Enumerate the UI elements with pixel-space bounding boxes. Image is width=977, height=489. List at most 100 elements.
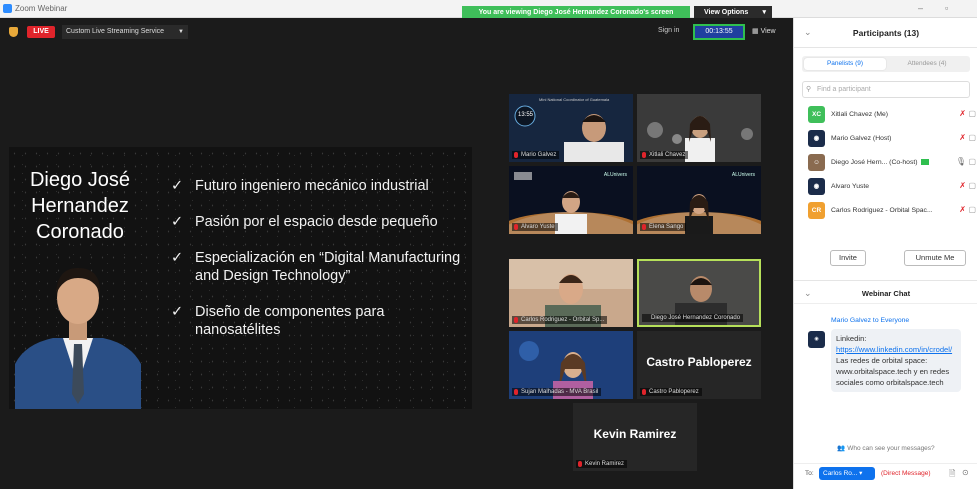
who-can-see-label: Who can see your messages? bbox=[847, 445, 935, 452]
camera-icon[interactable]: ▢ bbox=[968, 133, 976, 142]
camera-icon[interactable]: ▢ bbox=[968, 109, 976, 118]
participant-list: XC Xitlali Chavez (Me) ✗ ▢ ◉ Mario Galve… bbox=[794, 103, 977, 223]
app-title: Zoom Webinar bbox=[15, 4, 68, 13]
shared-slide: Diego José Hernandez Coronado ✓ Futuro in… bbox=[9, 147, 472, 409]
chat-line: Linkedin: bbox=[836, 334, 867, 343]
video-tile[interactable]: Xitlali Chavez bbox=[637, 94, 761, 162]
chat-sender: Mario Galvez to Everyone bbox=[831, 317, 910, 324]
tile-name: Kevin Ramirez bbox=[585, 461, 625, 467]
participant-name-placeholder: Kevin Ramirez bbox=[593, 427, 677, 441]
tile-name: Sujan Malhadas - MVA Brasil bbox=[521, 389, 599, 395]
video-tile[interactable]: Sujan Malhadas - MVA Brasil bbox=[509, 331, 633, 399]
participant-row[interactable]: CR Carlos Rodriguez - Orbital Spac... ✗ … bbox=[794, 199, 977, 223]
slide-bullets: ✓ Futuro ingeniero mecánico industrial ✓ P… bbox=[171, 177, 471, 357]
video-tile[interactable]: Castro Pabloperez Castro Pabloperez bbox=[637, 331, 761, 399]
stream-service-label: Custom Live Streaming Service bbox=[66, 28, 165, 35]
name-line-2: Hernandez bbox=[31, 195, 129, 217]
side-panel: ⌄ Participants (13) Panelists (9) Attend… bbox=[793, 18, 977, 489]
camera-icon[interactable]: ▢ bbox=[968, 181, 976, 190]
tile-name: Diego José Hernandez Coronado bbox=[651, 315, 741, 321]
video-tile[interactable]: 13:55 Mini National Coordinator of Guate… bbox=[509, 94, 633, 162]
timer-overlay: 13:55 bbox=[518, 112, 534, 118]
recipient-label: Carlos Ro... bbox=[823, 470, 858, 477]
chat-link[interactable]: https://www.linkedin.com/in/crodel/ bbox=[836, 344, 956, 355]
video-tile[interactable]: ALUnivers Alvaro Yuste bbox=[509, 166, 633, 234]
mic-muted-icon bbox=[514, 224, 518, 230]
participant-name: Carlos Rodriguez - Orbital Spac... bbox=[831, 207, 933, 214]
presenter-portrait bbox=[15, 268, 141, 409]
participant-search-input[interactable]: ⚲ Find a participant bbox=[802, 81, 970, 98]
video-tile[interactable]: Kevin Ramirez Kevin Ramirez bbox=[573, 403, 697, 471]
participant-name: Xitlali Chavez (Me) bbox=[831, 111, 889, 118]
bullet-item: ✓ Diseño de componentes para nanosatélite… bbox=[171, 303, 471, 339]
maximize-icon[interactable]: ▫ bbox=[945, 3, 948, 13]
chat-title: Webinar Chat bbox=[861, 289, 911, 298]
tab-panelists[interactable]: Panelists (9) bbox=[804, 58, 886, 70]
check-icon: ✓ bbox=[171, 178, 184, 194]
mic-muted-icon[interactable]: ✗ bbox=[959, 205, 966, 214]
bullet-item: ✓ Futuro ingeniero mecánico industrial bbox=[171, 177, 471, 195]
video-tile[interactable]: ALUnivers Elena Sango bbox=[637, 166, 761, 234]
tab-attendees[interactable]: Attendees (4) bbox=[886, 58, 968, 70]
mic-muted-icon[interactable]: ✗ bbox=[959, 181, 966, 190]
brand-logo: ALUnivers bbox=[731, 172, 755, 178]
mic-icon[interactable]: 🎙 bbox=[956, 157, 966, 166]
view-button[interactable]: ▦ View bbox=[752, 27, 776, 35]
direct-message-label: (Direct Message) bbox=[881, 470, 931, 477]
who-can-see-link[interactable]: 👥 Who can see your messages? bbox=[794, 444, 977, 452]
sign-in-link[interactable]: Sign in bbox=[658, 27, 679, 34]
participant-row[interactable]: XC Xitlali Chavez (Me) ✗ ▢ bbox=[794, 103, 977, 127]
mic-muted-icon bbox=[578, 461, 582, 467]
chat-line: Las redes de orbital space: www.orbitals… bbox=[836, 356, 950, 387]
active-speaker-tile[interactable]: Diego José Hernandez Coronado bbox=[637, 259, 761, 327]
camera-icon[interactable]: ▢ bbox=[968, 205, 976, 214]
participant-name: Alvaro Yuste bbox=[831, 183, 870, 190]
participant-name: Mario Galvez (Host) bbox=[831, 135, 892, 142]
mic-muted-icon bbox=[642, 224, 646, 230]
participant-name-text: Diego José Hern... (Co-host) bbox=[831, 159, 918, 166]
participant-name: Diego José Hern... (Co-host) bbox=[831, 159, 929, 166]
avatar: CR bbox=[808, 202, 825, 219]
participants-title: Participants (13) bbox=[852, 28, 920, 38]
chat-recipient-row: To: Carlos Ro... ▾ (Direct Message) 🗎 ⊙ bbox=[794, 463, 977, 481]
tile-name: Alvaro Yuste bbox=[521, 224, 555, 230]
people-icon: 👥 bbox=[837, 445, 846, 452]
zoom-app-icon bbox=[3, 4, 12, 13]
bullet-text: Diseño de componentes para nanosatélites bbox=[195, 304, 385, 338]
tile-caption: Mini National Coordinator of Guatemala bbox=[539, 97, 610, 102]
mic-muted-icon[interactable]: ✗ bbox=[959, 133, 966, 142]
participant-row[interactable]: ◉ Mario Galvez (Host) ✗ ▢ bbox=[794, 127, 977, 151]
tile-name: Xitlali Chavez bbox=[649, 152, 686, 158]
participant-row[interactable]: ☺ Diego José Hern... (Co-host) 🎙 ▢ bbox=[794, 151, 977, 175]
participant-name-placeholder: Castro Pabloperez bbox=[646, 355, 752, 369]
tile-name-label: Xitlali Chavez bbox=[640, 151, 689, 159]
tile-name: Carlos Rodriguez - Orbital Sp... bbox=[521, 317, 605, 323]
camera-icon[interactable]: ▢ bbox=[968, 157, 976, 166]
participants-header: ⌄ Participants (13) bbox=[794, 18, 977, 48]
invite-button[interactable]: Invite bbox=[830, 250, 866, 266]
chat-header: ⌄ Webinar Chat bbox=[794, 280, 977, 304]
search-icon: ⚲ bbox=[806, 86, 812, 93]
participant-row[interactable]: ◉ Alvaro Yuste ✗ ▢ bbox=[794, 175, 977, 199]
mic-muted-icon bbox=[642, 152, 646, 158]
slide-presenter-name: Diego José Hernandez Coronado bbox=[15, 167, 145, 245]
avatar: ◉ bbox=[808, 178, 825, 195]
unmute-me-button[interactable]: Unmute Me bbox=[904, 250, 966, 266]
file-icon[interactable]: 🗎 bbox=[949, 468, 955, 482]
shield-icon[interactable] bbox=[9, 27, 18, 37]
bullet-text: Futuro ingeniero mecánico industrial bbox=[195, 178, 429, 194]
bullet-text: Especialización en “Digital Manufacturin… bbox=[195, 250, 461, 284]
live-badge[interactable]: LIVE bbox=[27, 26, 55, 38]
check-icon: ✓ bbox=[171, 250, 184, 266]
mic-muted-icon[interactable]: ✗ bbox=[959, 109, 966, 118]
video-tile[interactable]: Carlos Rodriguez - Orbital Sp... bbox=[509, 259, 633, 327]
recipient-select[interactable]: Carlos Ro... ▾ bbox=[819, 467, 875, 480]
bullet-text: Pasión por el espacio desde pequeño bbox=[195, 214, 438, 230]
minimize-icon[interactable]: – bbox=[918, 3, 923, 13]
tile-name-label: Sujan Malhadas - MVA Brasil bbox=[512, 388, 602, 396]
chat-message: Linkedin: https://www.linkedin.com/in/cr… bbox=[831, 329, 961, 392]
stream-service-select[interactable]: Custom Live Streaming Service ▼ bbox=[62, 25, 188, 39]
check-icon: ✓ bbox=[171, 304, 184, 320]
more-icon[interactable]: ⊙ bbox=[962, 468, 969, 477]
avatar: ☺ bbox=[808, 154, 825, 171]
